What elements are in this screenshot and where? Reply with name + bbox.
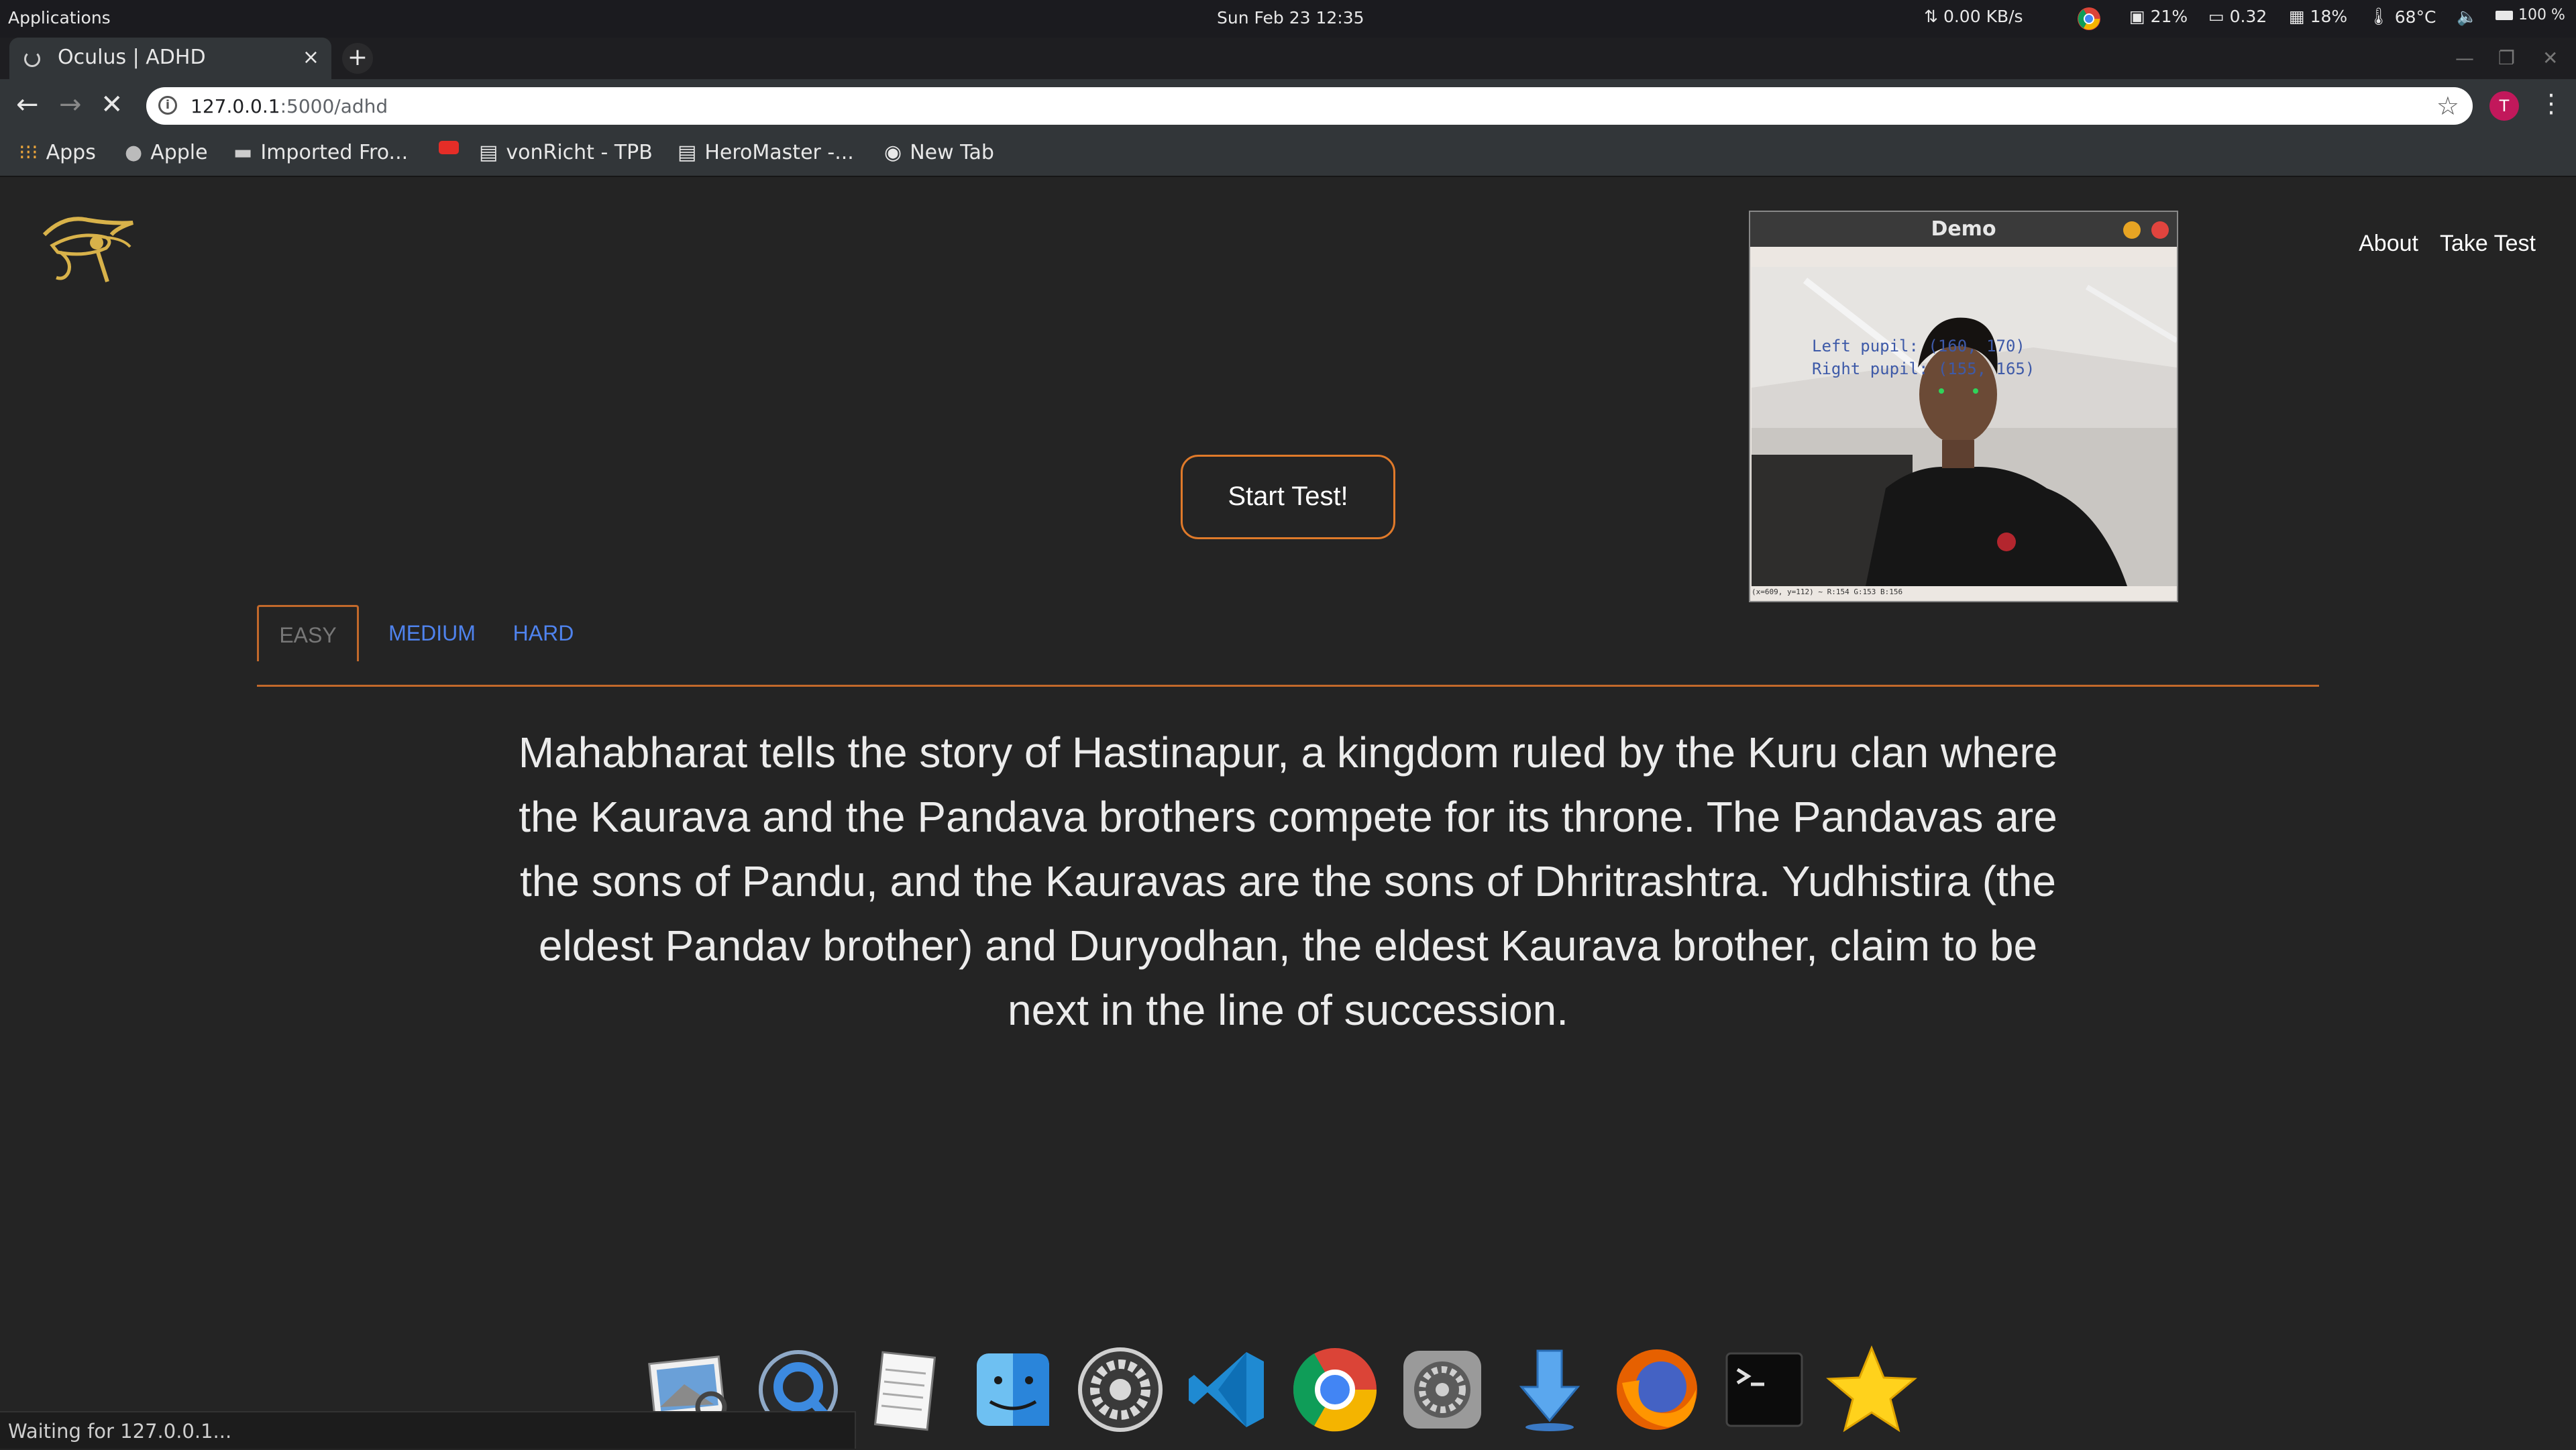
bookmark-label: vonRicht - TPB [506, 141, 653, 164]
thermometer-icon: 🌡 [2368, 7, 2390, 26]
close-window-icon[interactable]: ✕ [2542, 47, 2558, 69]
network-speed-value: 0.00 KB/s [1943, 7, 2023, 26]
temperature-indicator[interactable]: 🌡 68°C [2368, 7, 2436, 27]
preferences-icon[interactable] [1395, 1343, 1489, 1437]
profile-avatar[interactable]: T [2489, 91, 2519, 121]
vscode-icon[interactable] [1181, 1343, 1275, 1437]
bookmark-imported-folder[interactable]: ▬ Imported Fro... [233, 141, 408, 164]
apps-grid-icon: ⁝⁝⁝ [19, 141, 38, 164]
bookmark-apple[interactable]: ● Apple [125, 141, 208, 164]
bookmark-apps[interactable]: ⁝⁝⁝ Apps [19, 141, 96, 164]
cpu-indicator[interactable]: ▣ 21% [2129, 7, 2188, 26]
webcam-feed: Left pupil: (160, 170) Right pupil: (155… [1752, 267, 2177, 586]
browser-toolbar: ← → ✕ i 127.0.0.1:5000/adhd ☆ T ⋮ [0, 79, 2576, 133]
bookmark-label: Apps [46, 141, 96, 164]
back-arrow-icon[interactable]: ← [16, 91, 39, 118]
monitor-icon: ▭ [2208, 7, 2224, 26]
nav-take-test-link[interactable]: Take Test [2440, 231, 2536, 257]
battery-value: 100 % [2518, 7, 2565, 23]
applications-menu[interactable]: Applications [8, 8, 111, 27]
right-pupil-readout: Right pupil: (155, 165) [1812, 359, 2035, 378]
demo-window[interactable]: Demo Left pupil: (160, 170) Right pupil:… [1749, 211, 2178, 602]
demo-window-titlebar[interactable]: Demo [1750, 212, 2177, 247]
chrome-tray-indicator[interactable] [2077, 7, 2101, 31]
start-test-button[interactable]: Start Test! [1181, 455, 1395, 539]
apple-icon: ● [125, 141, 143, 164]
globe-icon: ◉ [884, 141, 902, 164]
network-indicator[interactable]: ⇅ 0.00 KB/s [1924, 7, 2023, 26]
bookmark-star-icon[interactable]: ☆ [2436, 91, 2459, 121]
loading-spinner-icon [24, 51, 40, 67]
text-editor-icon[interactable] [859, 1343, 953, 1437]
bookmark-label: Apple [150, 141, 208, 164]
left-pupil-readout: Left pupil: (160, 170) [1812, 337, 2025, 355]
bookmark-label: Imported Fro... [260, 141, 409, 164]
youtube-icon [439, 141, 459, 154]
bookmark-label: New Tab [910, 141, 994, 164]
memory-indicator[interactable]: ▦ 18% [2289, 7, 2347, 26]
site-info-icon[interactable]: i [158, 96, 177, 115]
new-tab-button[interactable]: + [342, 43, 373, 74]
bookmark-vonricht[interactable]: ▤ vonRicht - TPB [479, 141, 653, 164]
system-clock[interactable]: Sun Feb 23 12:35 [1217, 8, 1364, 27]
memory-value: 18% [2310, 7, 2348, 26]
eye-of-horus-logo-icon[interactable] [38, 208, 138, 288]
chrome-tray-icon [2078, 7, 2100, 30]
difficulty-tabs: EASY MEDIUM HARD [257, 605, 2319, 687]
restore-window-icon[interactable]: ❐ [2498, 47, 2515, 69]
tab-hard[interactable]: HARD [506, 605, 580, 661]
load-value: 0.32 [2229, 7, 2267, 26]
finder-icon[interactable] [966, 1343, 1060, 1437]
browser-status-bubble: Waiting for 127.0.0.1... [0, 1411, 856, 1449]
terminal-icon[interactable] [1717, 1343, 1811, 1437]
top-navigation: About Take Test [2359, 231, 2536, 257]
browser-menu-icon[interactable]: ⋮ [2538, 89, 2564, 118]
bookmarks-bar: ⁝⁝⁝ Apps ● Apple ▬ Imported Fro... ▤ von… [0, 133, 2576, 177]
tab-close-icon[interactable]: × [303, 46, 319, 69]
browser-tab-strip: Oculus | ADHD × + — ❐ ✕ [0, 38, 2576, 79]
page-icon: ▤ [678, 141, 697, 164]
firefox-icon[interactable] [1610, 1343, 1704, 1437]
url-host: 127.0.0.1 [191, 95, 280, 117]
load-indicator[interactable]: ▭ 0.32 [2208, 7, 2267, 26]
bookmark-new-tab[interactable]: ◉ New Tab [884, 141, 994, 164]
battery-icon [2496, 10, 2513, 20]
close-dot-icon[interactable] [2151, 221, 2169, 239]
speaker-icon: 🔈 [2457, 7, 2478, 26]
stop-loading-icon[interactable]: ✕ [101, 91, 123, 118]
minimize-window-icon[interactable]: — [2455, 47, 2474, 69]
minimize-dot-icon[interactable] [2123, 221, 2141, 239]
folder-icon: ▬ [233, 141, 253, 164]
cpu-icon: ▣ [2129, 7, 2145, 26]
address-bar[interactable]: i 127.0.0.1:5000/adhd ☆ [146, 87, 2473, 125]
memory-icon: ▦ [2289, 7, 2305, 26]
tab-easy[interactable]: EASY [257, 605, 359, 661]
url-text: 127.0.0.1:5000/adhd [191, 95, 388, 117]
temperature-value: 68°C [2394, 7, 2436, 27]
bookmark-label: HeroMaster -... [704, 141, 854, 164]
tab-oculus-adhd[interactable]: Oculus | ADHD × [9, 38, 331, 79]
network-arrows-icon: ⇅ [1924, 7, 1938, 26]
nav-about-link[interactable]: About [2359, 231, 2418, 257]
system-top-panel: Applications Sun Feb 23 12:35 ⇅ 0.00 KB/… [0, 0, 2576, 38]
system-settings-icon[interactable] [1073, 1343, 1167, 1437]
bookmark-youtube[interactable] [439, 141, 459, 154]
bookmark-heromaster[interactable]: ▤ HeroMaster -... [678, 141, 854, 164]
demo-window-status: (x=609, y=112) ~ R:154 G:153 B:156 [1752, 588, 1903, 596]
tab-medium[interactable]: MEDIUM [382, 605, 482, 661]
cpu-value: 21% [2150, 7, 2188, 26]
battery-indicator[interactable]: 100 % [2496, 7, 2565, 23]
volume-indicator[interactable]: 🔈 [2457, 7, 2477, 27]
page-icon: ▤ [479, 141, 498, 164]
demo-window-title: Demo [1931, 217, 1996, 241]
tab-title: Oculus | ADHD [58, 46, 206, 69]
reading-passage: Mahabharat tells the story of Hastinapur… [518, 728, 2058, 1034]
url-path: :5000/adhd [280, 95, 388, 117]
chrome-icon[interactable] [1288, 1343, 1382, 1437]
downloads-icon[interactable] [1503, 1343, 1597, 1437]
favorites-star-icon[interactable] [1825, 1343, 1919, 1437]
forward-arrow-icon[interactable]: → [59, 91, 82, 118]
web-page: About Take Test Start Test! EASY MEDIUM … [0, 177, 2576, 1449]
